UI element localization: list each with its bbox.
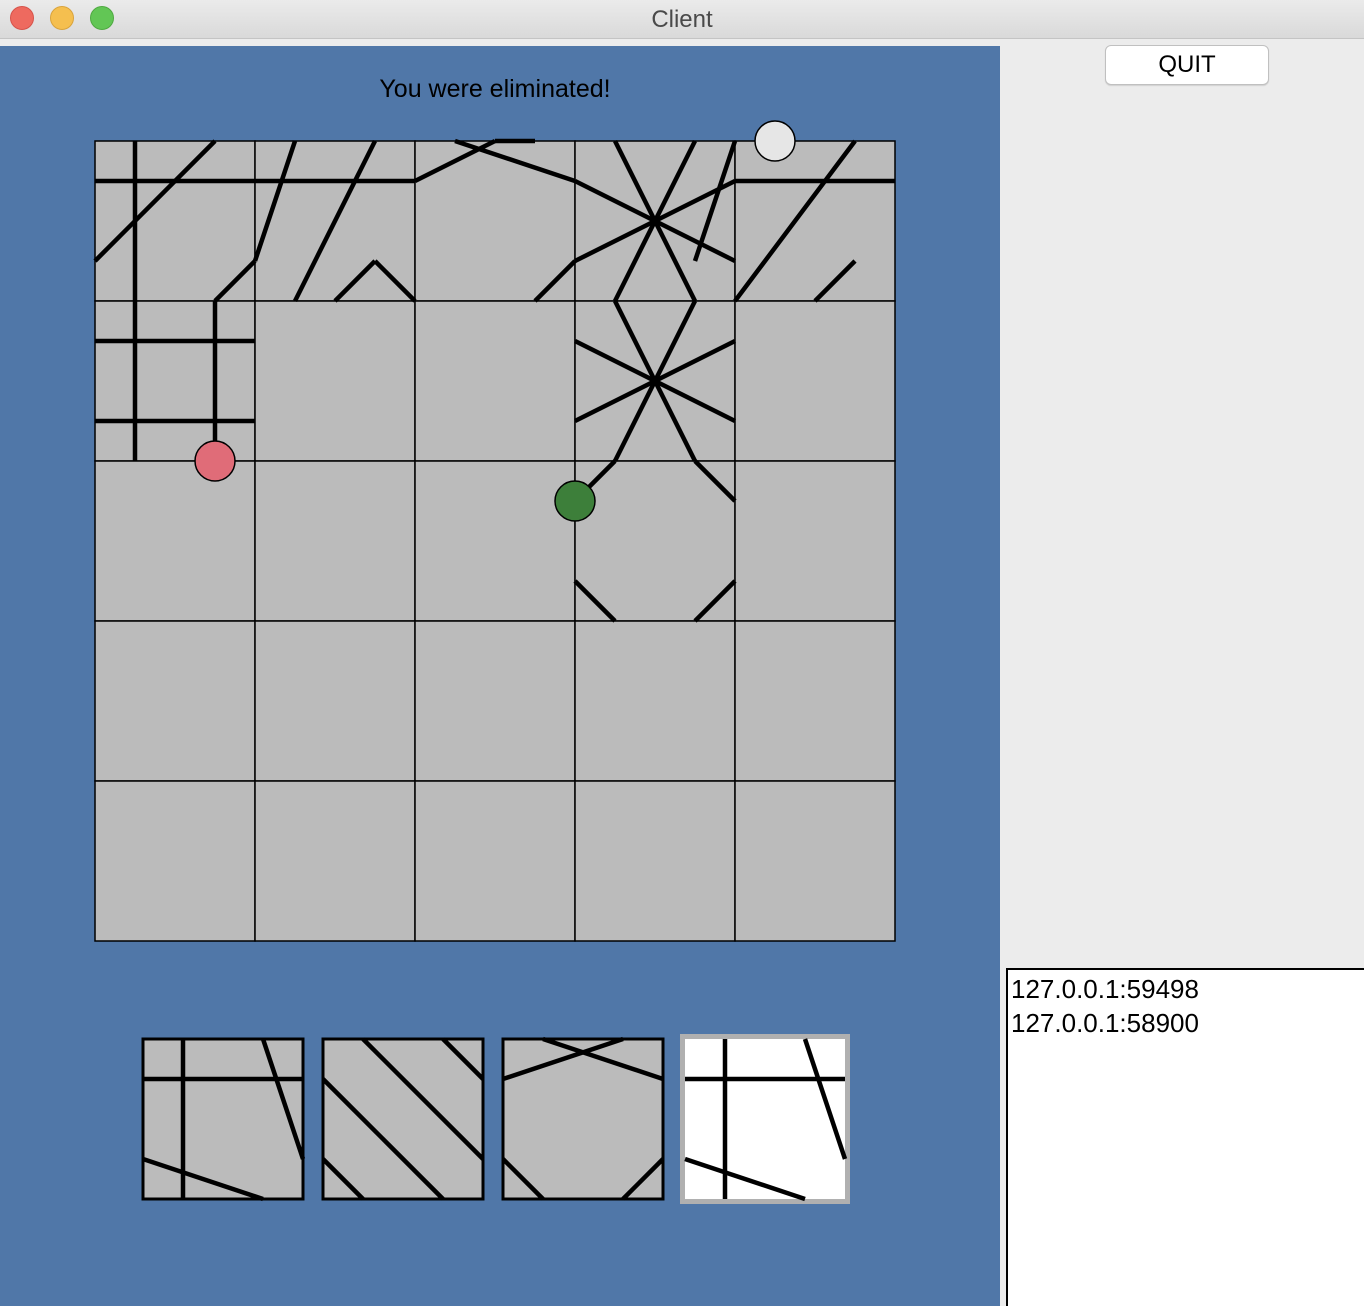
board-cell[interactable] — [734, 300, 896, 462]
board-cell[interactable] — [734, 140, 896, 302]
board-cell[interactable] — [734, 620, 896, 782]
board-cell[interactable] — [734, 460, 896, 622]
player-token-white — [754, 120, 796, 162]
window-titlebar: Client — [0, 0, 1364, 39]
board-cell[interactable] — [254, 460, 416, 622]
board-cell[interactable] — [94, 140, 256, 302]
player-entry: 127.0.0.1:59498 — [1011, 974, 1199, 1004]
board-cell[interactable] — [414, 300, 576, 462]
game-panel: You were eliminated! — [0, 46, 1000, 1306]
board-cell[interactable] — [94, 780, 256, 942]
board-cell[interactable] — [254, 620, 416, 782]
board-cell[interactable] — [94, 460, 256, 622]
hand-tile[interactable] — [321, 1037, 485, 1201]
hand-tile-face — [501, 1037, 665, 1201]
board-cell[interactable] — [254, 300, 416, 462]
board-cell[interactable] — [94, 620, 256, 782]
board-cell[interactable] — [254, 780, 416, 942]
window-title: Client — [651, 6, 713, 33]
board-cell[interactable] — [414, 460, 576, 622]
board-cell[interactable] — [414, 620, 576, 782]
hand-tile-face — [685, 1039, 845, 1199]
hand-tile[interactable] — [141, 1037, 306, 1202]
hand-tile-face — [141, 1037, 305, 1201]
player-list: 127.0.0.1:59498 127.0.0.1:58900 — [1006, 968, 1364, 1306]
game-board — [93, 120, 896, 1204]
player-token-green — [554, 480, 596, 522]
board-cell[interactable] — [414, 140, 576, 302]
board-cell[interactable] — [574, 620, 736, 782]
board-cell[interactable] — [574, 460, 736, 622]
board-cell[interactable] — [414, 780, 576, 942]
board-cell[interactable] — [574, 780, 736, 942]
hand-tile[interactable] — [501, 1036, 665, 1201]
board-cell[interactable] — [94, 300, 256, 462]
player-token-red — [194, 440, 236, 482]
player-entry: 127.0.0.1:58900 — [1011, 1008, 1199, 1038]
hand-tile-face — [321, 1037, 485, 1201]
hand-tile[interactable] — [680, 1034, 850, 1204]
quit-button[interactable]: QUIT — [1105, 45, 1269, 85]
board-cell[interactable] — [734, 780, 896, 942]
